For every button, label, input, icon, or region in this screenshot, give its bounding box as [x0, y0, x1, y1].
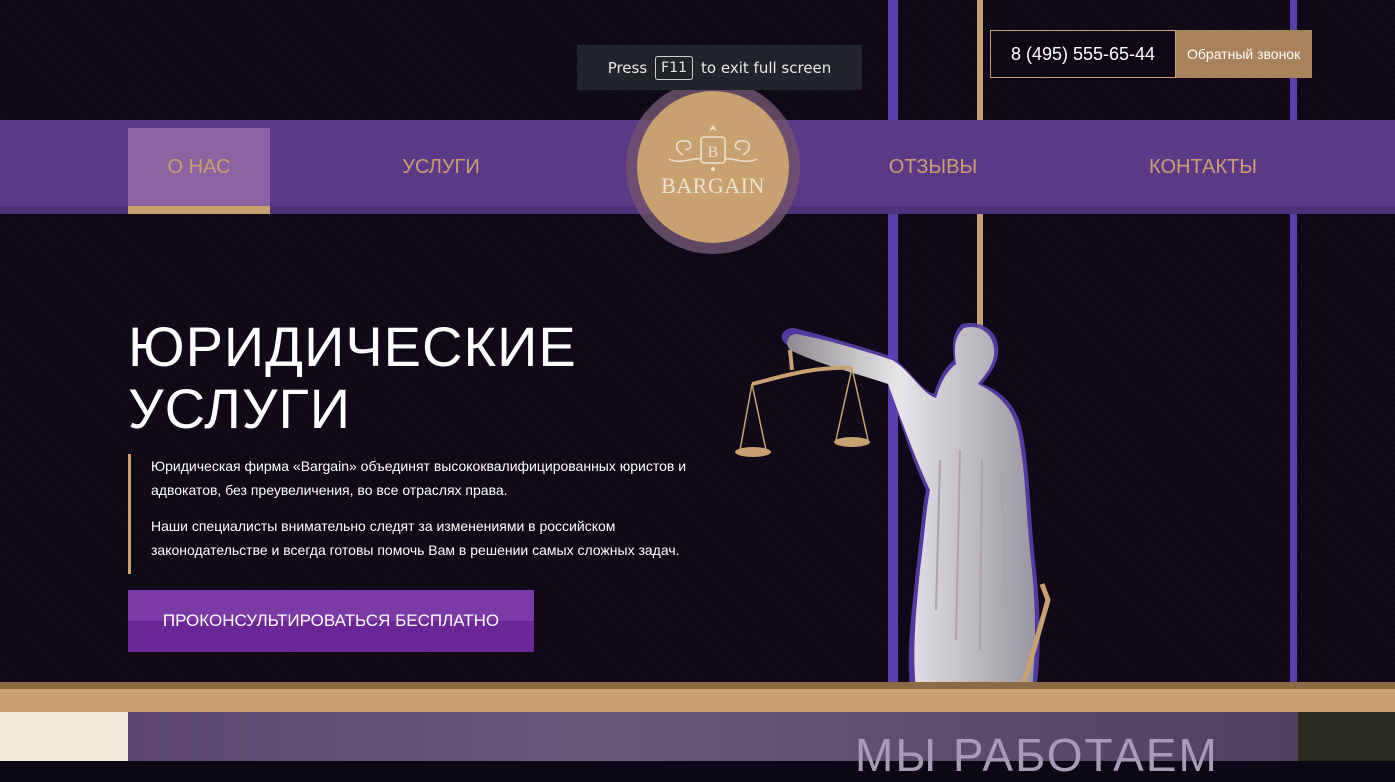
toast-key-badge: F11 [655, 55, 694, 80]
free-consultation-button[interactable]: ПРОКОНСУЛЬТИРОВАТЬСЯ БЕСПЛАТНО [128, 590, 534, 652]
section-divider-dark [0, 682, 1395, 689]
logo-ring[interactable]: B BARGAIN [626, 80, 800, 254]
hero-title-line2: УСЛУГИ [128, 377, 352, 440]
nav-item-services[interactable]: УСЛУГИ [370, 128, 512, 206]
hero-description: Юридическая фирма «Bargain» объединят вы… [128, 454, 708, 574]
themis-statue-image [735, 322, 1051, 690]
next-section-title: МЫ РАБОТАЕМ [855, 729, 1219, 781]
fullscreen-toast: Press F11 to exit full screen [577, 45, 862, 90]
hero-title: ЮРИДИЧЕСКИЕ УСЛУГИ [128, 316, 577, 440]
logo-emblem-icon: B [668, 125, 758, 171]
next-section-right-panel [1298, 712, 1395, 761]
logo-text: BARGAIN [661, 173, 765, 198]
logo-monogram: B [708, 144, 719, 161]
hero-paragraph-2: Наши специалисты внимательно следят за и… [151, 518, 680, 558]
toast-rest-text: to exit full screen [701, 58, 832, 77]
next-section-left-panel [0, 712, 128, 761]
toast-press-text: Press [607, 58, 648, 77]
logo[interactable]: B BARGAIN [637, 91, 789, 243]
hero-paragraph-1: Юридическая фирма «Bargain» объединят вы… [151, 458, 687, 498]
nav-item-contacts[interactable]: КОНТАКТЫ [1130, 128, 1276, 206]
phone-number[interactable]: 8 (495) 555-65-44 [990, 30, 1176, 78]
callback-button[interactable]: Обратный звонок [1175, 30, 1312, 78]
hero-title-line1: ЮРИДИЧЕСКИЕ [128, 315, 577, 378]
nav-item-about[interactable]: О НАС [128, 128, 270, 214]
section-divider-gold [0, 689, 1395, 712]
decorative-line-purple-right [1290, 0, 1297, 682]
nav-item-reviews[interactable]: ОТЗЫВЫ [858, 128, 1008, 206]
